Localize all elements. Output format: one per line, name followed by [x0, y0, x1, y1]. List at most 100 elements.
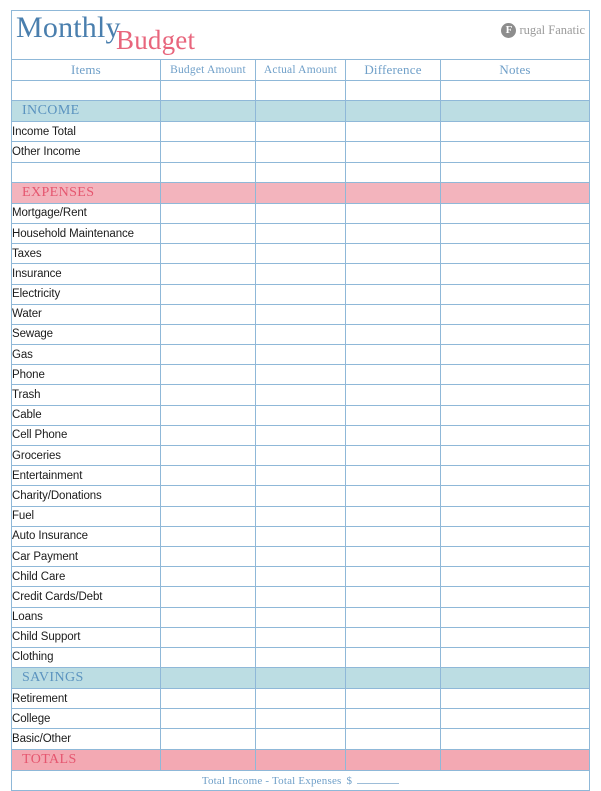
entry-cell[interactable]	[439, 79, 591, 102]
entry-cell[interactable]	[160, 424, 256, 447]
item-label-cell[interactable]: Car Payment	[11, 545, 161, 568]
entry-cell[interactable]	[255, 688, 346, 710]
item-label-cell[interactable]: Loans	[11, 606, 161, 628]
section-band-cell[interactable]	[345, 667, 441, 690]
entry-cell[interactable]	[439, 263, 591, 285]
entry-cell[interactable]	[439, 485, 591, 507]
entry-cell[interactable]	[160, 626, 256, 648]
entry-cell[interactable]	[160, 646, 256, 669]
item-label-cell[interactable]: Fuel	[11, 505, 161, 527]
section-band-cell[interactable]	[439, 748, 591, 771]
entry-cell[interactable]	[160, 525, 256, 547]
entry-cell[interactable]	[255, 141, 346, 163]
entry-cell[interactable]	[160, 121, 256, 143]
entry-cell[interactable]	[160, 444, 256, 467]
entry-cell[interactable]	[345, 566, 441, 588]
entry-cell[interactable]	[255, 485, 346, 507]
section-band-cell[interactable]	[255, 181, 346, 204]
item-label-cell[interactable]: Child Support	[11, 626, 161, 648]
entry-cell[interactable]	[255, 646, 346, 669]
item-label-cell[interactable]: Auto Insurance	[11, 525, 161, 547]
entry-cell[interactable]	[255, 323, 346, 346]
entry-cell[interactable]	[160, 364, 256, 386]
entry-cell[interactable]	[345, 505, 441, 527]
entry-cell[interactable]	[160, 688, 256, 710]
entry-cell[interactable]	[345, 283, 441, 305]
section-band-cell[interactable]	[439, 100, 591, 123]
item-label-cell[interactable]: Groceries	[11, 444, 161, 467]
entry-cell[interactable]	[345, 404, 441, 426]
entry-cell[interactable]	[345, 141, 441, 163]
entry-cell[interactable]	[345, 323, 441, 346]
entry-cell[interactable]	[439, 626, 591, 648]
item-label-cell[interactable]: Income Total	[11, 121, 161, 143]
item-label-cell[interactable]: Phone	[11, 364, 161, 386]
entry-cell[interactable]	[255, 121, 346, 143]
entry-cell[interactable]	[255, 364, 346, 386]
entry-cell[interactable]	[255, 566, 346, 588]
entry-cell[interactable]	[439, 525, 591, 547]
entry-cell[interactable]	[160, 586, 256, 608]
entry-cell[interactable]	[255, 344, 346, 366]
item-label-cell[interactable]: Retirement	[11, 688, 161, 710]
entry-cell[interactable]	[439, 606, 591, 628]
entry-cell[interactable]	[255, 626, 346, 648]
entry-cell[interactable]	[255, 728, 346, 750]
entry-cell[interactable]	[345, 444, 441, 467]
item-label-cell[interactable]: Clothing	[11, 646, 161, 669]
entry-cell[interactable]	[255, 444, 346, 467]
entry-cell[interactable]	[255, 79, 346, 102]
section-band-cell[interactable]	[345, 748, 441, 771]
entry-cell[interactable]	[255, 606, 346, 628]
item-label-cell[interactable]: Electricity	[11, 283, 161, 305]
entry-cell[interactable]	[345, 646, 441, 669]
entry-cell[interactable]	[439, 424, 591, 447]
section-band-cell[interactable]	[439, 667, 591, 690]
entry-cell[interactable]	[160, 263, 256, 285]
entry-cell[interactable]	[255, 384, 346, 406]
entry-cell[interactable]	[439, 545, 591, 568]
entry-cell[interactable]	[160, 485, 256, 507]
entry-cell[interactable]	[439, 364, 591, 386]
entry-cell[interactable]	[255, 708, 346, 730]
entry-cell[interactable]	[345, 708, 441, 730]
entry-cell[interactable]	[255, 525, 346, 547]
entry-cell[interactable]	[345, 525, 441, 547]
entry-cell[interactable]	[439, 323, 591, 346]
entry-cell[interactable]	[345, 586, 441, 608]
entry-cell[interactable]	[160, 222, 256, 245]
section-band-cell[interactable]	[160, 667, 256, 690]
entry-cell[interactable]	[160, 708, 256, 730]
entry-cell[interactable]	[160, 161, 256, 183]
item-label-cell[interactable]: Sewage	[11, 323, 161, 346]
blank-label-cell[interactable]	[11, 79, 161, 102]
entry-cell[interactable]	[439, 202, 591, 224]
entry-cell[interactable]	[160, 202, 256, 224]
entry-cell[interactable]	[255, 243, 346, 265]
item-label-cell[interactable]: Entertainment	[11, 465, 161, 487]
entry-cell[interactable]	[160, 728, 256, 750]
entry-cell[interactable]	[160, 384, 256, 406]
entry-cell[interactable]	[439, 566, 591, 588]
entry-cell[interactable]	[160, 243, 256, 265]
item-label-cell[interactable]: Child Care	[11, 566, 161, 588]
section-band-cell[interactable]	[255, 667, 346, 690]
entry-cell[interactable]	[345, 243, 441, 265]
entry-cell[interactable]	[439, 243, 591, 265]
entry-cell[interactable]	[255, 465, 346, 487]
entry-cell[interactable]	[345, 344, 441, 366]
entry-cell[interactable]	[345, 606, 441, 628]
section-band-cell[interactable]	[160, 181, 256, 204]
entry-cell[interactable]	[439, 384, 591, 406]
section-band-cell[interactable]	[255, 100, 346, 123]
entry-cell[interactable]	[255, 424, 346, 447]
item-label-cell[interactable]: Cell Phone	[11, 424, 161, 447]
entry-cell[interactable]	[439, 121, 591, 143]
entry-cell[interactable]	[345, 485, 441, 507]
entry-cell[interactable]	[345, 161, 441, 183]
entry-cell[interactable]	[160, 283, 256, 305]
entry-cell[interactable]	[439, 688, 591, 710]
entry-cell[interactable]	[345, 121, 441, 143]
section-band-cell[interactable]	[160, 748, 256, 771]
entry-cell[interactable]	[255, 161, 346, 183]
